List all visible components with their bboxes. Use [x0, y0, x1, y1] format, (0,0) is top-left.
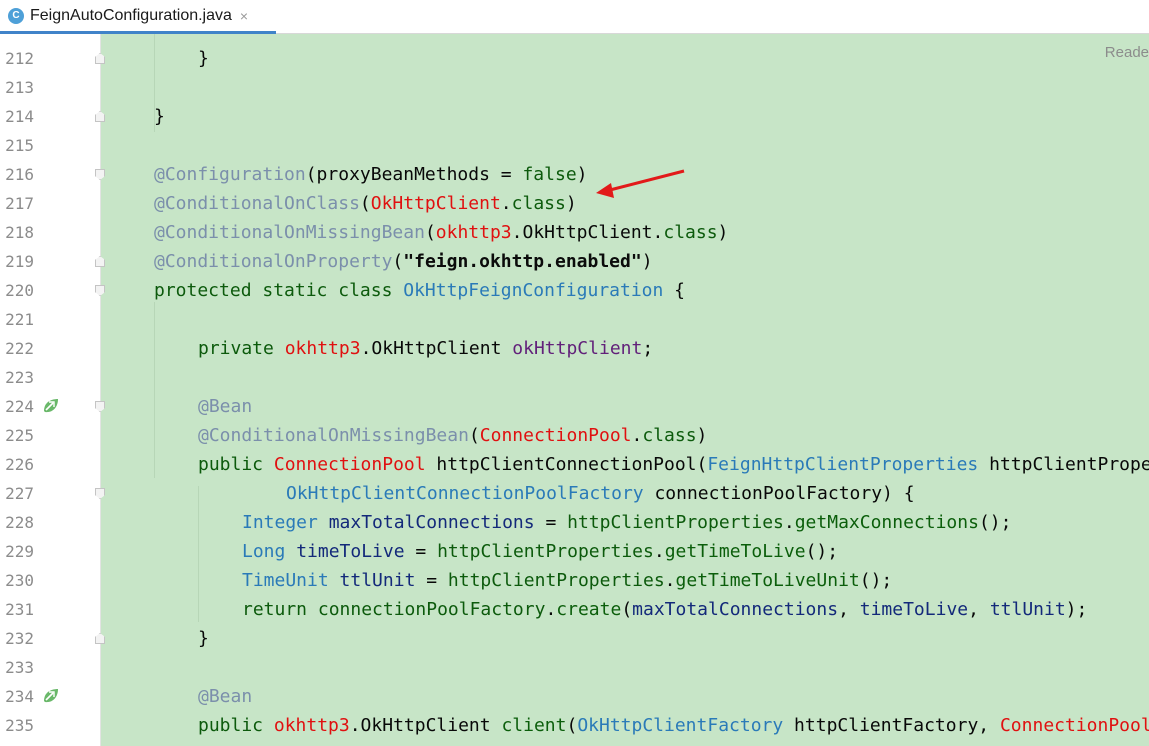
tab-title: FeignAutoConfiguration.java: [30, 6, 232, 24]
close-icon[interactable]: ×: [240, 8, 248, 24]
annotation-arrow: [596, 169, 685, 198]
tab-feign-auto-configuration[interactable]: C FeignAutoConfiguration.java ×: [0, 0, 276, 34]
code-editor[interactable]: 212} 213 214} 215 216 @Configuration(proxyBea…: [0, 34, 1149, 746]
java-class-icon: C: [8, 7, 24, 24]
editor-tab-bar: C FeignAutoConfiguration.java ×: [0, 0, 1149, 34]
